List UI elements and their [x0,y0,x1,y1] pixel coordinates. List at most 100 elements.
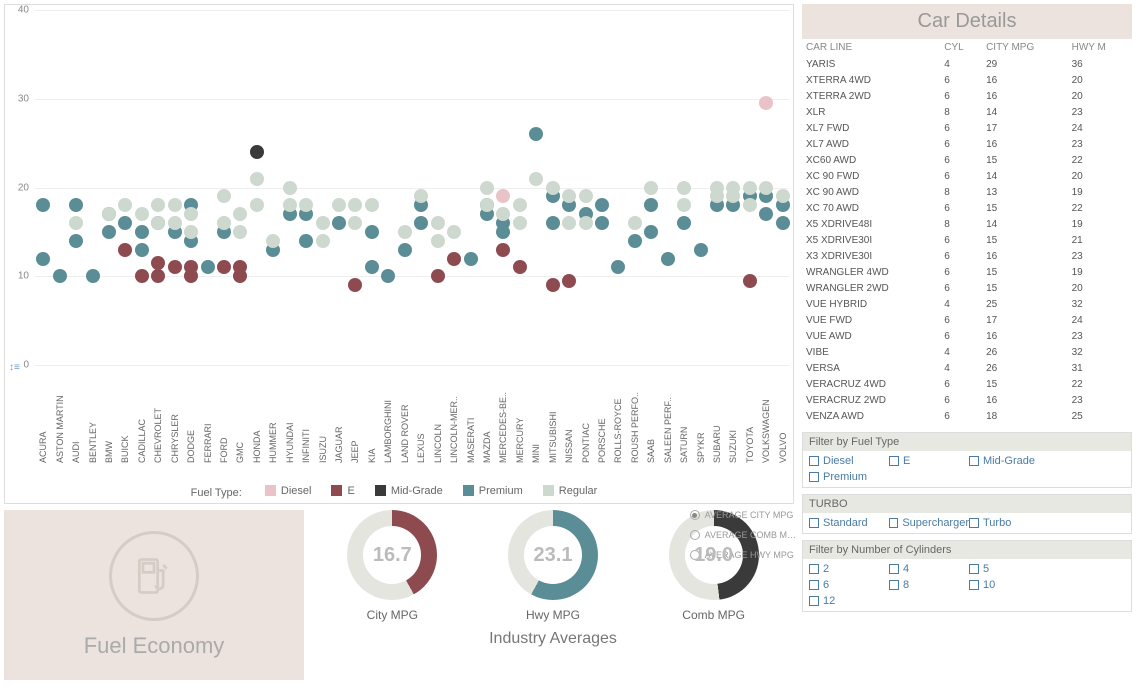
column-header[interactable]: CITY MPG [982,39,1068,56]
data-point[interactable] [233,260,247,274]
data-point[interactable] [562,216,576,230]
data-point[interactable] [677,181,691,195]
data-point[interactable] [743,274,757,288]
scatter-chart[interactable]: 010203040 ACURAASTON MARTINAUDIBENTLEYBM… [4,4,794,504]
table-row[interactable]: VERACRUZ 4WD61522 [802,376,1132,392]
data-point[interactable] [135,225,149,239]
data-point[interactable] [381,269,395,283]
data-point[interactable] [102,207,116,221]
data-point[interactable] [677,216,691,230]
data-point[interactable] [201,260,215,274]
data-point[interactable] [529,172,543,186]
table-row[interactable]: X3 XDRIVE30I61623 [802,248,1132,264]
data-point[interactable] [118,216,132,230]
data-point[interactable] [69,198,83,212]
table-row[interactable]: XL7 FWD61724 [802,120,1132,136]
column-header[interactable]: CYL [940,39,982,56]
table-row[interactable]: WRANGLER 4WD61519 [802,264,1132,280]
table-row[interactable]: XC60 AWD61522 [802,152,1132,168]
data-point[interactable] [677,198,691,212]
data-point[interactable] [480,181,494,195]
data-point[interactable] [628,216,642,230]
data-point[interactable] [217,260,231,274]
data-point[interactable] [151,198,165,212]
data-point[interactable] [135,269,149,283]
data-point[interactable] [316,234,330,248]
data-point[interactable] [431,269,445,283]
data-point[interactable] [546,216,560,230]
data-point[interactable] [496,225,510,239]
table-row[interactable]: VUE HYBRID42532 [802,296,1132,312]
data-point[interactable] [759,181,773,195]
data-point[interactable] [414,189,428,203]
table-row[interactable]: VUE FWD61724 [802,312,1132,328]
filter-option[interactable]: 4 [889,563,969,575]
data-point[interactable] [398,225,412,239]
data-point[interactable] [776,189,790,203]
data-point[interactable] [365,198,379,212]
table-row[interactable]: XL7 AWD61623 [802,136,1132,152]
filter-option[interactable]: Premium [809,471,889,483]
filter-option[interactable]: 8 [889,579,969,591]
data-point[interactable] [36,252,50,266]
filter-option[interactable]: Diesel [809,455,889,467]
data-point[interactable] [759,96,773,110]
data-point[interactable] [283,181,297,195]
data-point[interactable] [217,216,231,230]
data-point[interactable] [151,269,165,283]
column-header[interactable]: CAR LINE [802,39,940,56]
data-point[interactable] [102,225,116,239]
data-point[interactable] [233,207,247,221]
filter-option[interactable]: 2 [809,563,889,575]
data-point[interactable] [151,216,165,230]
filter-option[interactable]: 12 [809,595,889,607]
table-row[interactable]: VERSA42631 [802,360,1132,376]
column-header[interactable]: HWY M [1068,39,1132,56]
data-point[interactable] [661,252,675,266]
data-point[interactable] [184,269,198,283]
data-point[interactable] [151,256,165,270]
data-point[interactable] [776,216,790,230]
data-point[interactable] [86,269,100,283]
data-point[interactable] [168,216,182,230]
data-point[interactable] [644,198,658,212]
filter-option[interactable]: 10 [969,579,1049,591]
data-point[interactable] [168,260,182,274]
data-point[interactable] [644,225,658,239]
data-point[interactable] [431,216,445,230]
data-point[interactable] [579,216,593,230]
filter-option[interactable]: 5 [969,563,1049,575]
data-point[interactable] [332,216,346,230]
data-point[interactable] [250,145,264,159]
axis-sort-icon[interactable]: ↕≡ [9,362,20,373]
data-point[interactable] [135,243,149,257]
table-row[interactable]: XC 90 FWD61420 [802,168,1132,184]
data-point[interactable] [414,216,428,230]
table-row[interactable]: XC 90 AWD81319 [802,184,1132,200]
legend-item[interactable]: Diesel [265,485,312,497]
data-point[interactable] [250,198,264,212]
filter-option[interactable]: Mid-Grade [969,455,1049,467]
data-point[interactable] [118,198,132,212]
table-row[interactable]: XC 70 AWD61522 [802,200,1132,216]
data-point[interactable] [332,198,346,212]
filter-option[interactable]: Supercharger [889,517,969,529]
data-point[interactable] [595,198,609,212]
data-point[interactable] [546,181,560,195]
filter-option[interactable]: Turbo [969,517,1049,529]
data-point[interactable] [348,216,362,230]
data-point[interactable] [726,189,740,203]
data-point[interactable] [611,260,625,274]
data-point[interactable] [464,252,478,266]
data-point[interactable] [69,234,83,248]
data-point[interactable] [69,216,83,230]
legend-item[interactable]: Mid-Grade [375,485,443,497]
data-point[interactable] [266,234,280,248]
data-point[interactable] [184,207,198,221]
data-point[interactable] [299,234,313,248]
data-point[interactable] [217,189,231,203]
data-point[interactable] [283,198,297,212]
data-point[interactable] [579,189,593,203]
data-point[interactable] [529,127,543,141]
data-point[interactable] [513,260,527,274]
